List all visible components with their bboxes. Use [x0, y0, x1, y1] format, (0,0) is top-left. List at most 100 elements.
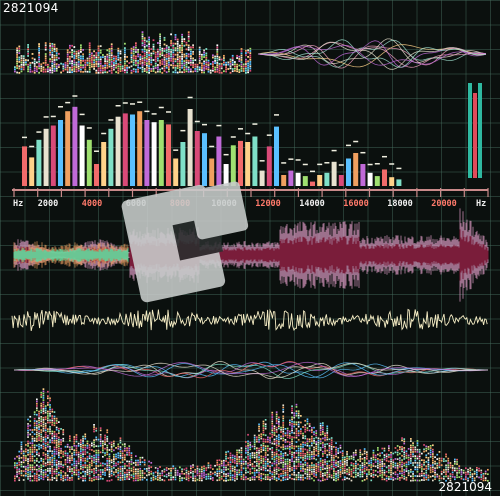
particle-dot	[227, 450, 230, 453]
particle-dot	[480, 469, 483, 472]
spectrum-bar	[295, 172, 301, 186]
particle-dot	[236, 458, 238, 461]
noise-dot	[150, 61, 153, 64]
particle-dot	[27, 478, 29, 480]
particle-dot	[86, 464, 89, 467]
particle-dot	[82, 468, 84, 471]
peak-marker	[151, 113, 157, 115]
particle-dot	[297, 421, 300, 424]
particle-dot	[104, 434, 106, 437]
noise-dot	[176, 67, 179, 70]
particle-dot	[302, 456, 304, 459]
particle-dot	[38, 421, 40, 424]
particle-dot	[308, 473, 311, 476]
noise-dot	[60, 62, 62, 65]
particle-dot	[40, 464, 43, 467]
particle-dot	[295, 450, 298, 452]
particle-dot	[53, 457, 56, 460]
particle-dot	[49, 441, 51, 444]
noise-dot	[102, 71, 104, 74]
particle-dot	[359, 471, 362, 474]
particle-dot	[106, 453, 109, 456]
peak-marker	[374, 163, 380, 165]
noise-dot	[75, 50, 78, 53]
particle-dot	[119, 441, 122, 444]
particle-dot	[84, 462, 87, 464]
particle-dot	[40, 468, 43, 471]
noise-dot	[137, 48, 139, 51]
noise-dot	[227, 68, 230, 70]
particle-dot	[295, 434, 298, 437]
particle-dot	[379, 461, 381, 464]
particle-dot	[401, 448, 403, 450]
noise-dot	[135, 51, 137, 53]
tangled-lines-bottom	[13, 360, 489, 380]
noise-dot	[22, 61, 25, 64]
noise-dot	[185, 57, 188, 60]
particle-dot	[130, 467, 133, 470]
particle-dot	[51, 441, 54, 444]
spectrum-bar	[310, 181, 315, 186]
particle-dot	[286, 458, 289, 461]
particle-dot	[313, 473, 315, 475]
particle-dot	[282, 479, 285, 481]
noise-dot	[77, 65, 80, 68]
particle-dot	[71, 452, 73, 455]
particle-dot	[108, 462, 111, 465]
particle-dot	[247, 440, 249, 443]
particle-dot	[487, 468, 489, 471]
noise-dot	[69, 60, 71, 63]
noise-dot	[216, 48, 219, 51]
particle-dot	[212, 477, 214, 479]
particle-dot	[374, 458, 377, 461]
particle-dot	[258, 430, 260, 432]
particle-dot	[385, 475, 388, 478]
particle-dot	[42, 436, 45, 439]
particle-dot	[282, 408, 285, 411]
particle-dot	[282, 419, 285, 422]
noise-dot	[115, 64, 117, 67]
noise-dot	[203, 64, 205, 67]
particle-dot	[337, 461, 340, 463]
particle-dot	[148, 465, 150, 467]
particle-dot	[262, 433, 265, 436]
particle-dot	[405, 476, 408, 479]
particle-dot	[229, 465, 232, 468]
particle-dot	[313, 433, 315, 436]
noise-dot	[183, 62, 186, 65]
particle-dot	[324, 452, 326, 455]
particle-dot	[293, 425, 296, 428]
particle-dot	[256, 475, 258, 478]
particle-dot	[53, 461, 56, 464]
particle-dot	[185, 471, 188, 474]
particle-dot	[60, 465, 62, 468]
particle-dot	[256, 451, 258, 454]
spectrum-bar	[209, 158, 215, 186]
particle-dot	[102, 477, 104, 480]
particle-dot	[53, 448, 56, 451]
particle-dot	[124, 471, 126, 474]
noise-dot	[106, 60, 109, 63]
particle-dot	[42, 458, 45, 461]
particle-dot	[390, 460, 392, 463]
particle-dot	[436, 473, 439, 476]
noise-dot	[168, 68, 170, 71]
noise-dot	[55, 56, 58, 59]
particle-dot	[225, 455, 227, 458]
particle-dot	[300, 432, 302, 435]
particle-dot	[269, 472, 271, 475]
particle-dot	[55, 420, 58, 422]
particle-dot	[416, 440, 419, 442]
particle-dot	[20, 470, 23, 472]
noise-dot	[152, 70, 155, 72]
noise-dot	[62, 67, 65, 70]
particle-dot	[264, 438, 267, 441]
particle-dot	[36, 444, 38, 447]
particle-dot	[75, 436, 78, 439]
particle-dot	[361, 466, 364, 469]
particle-dot	[284, 441, 287, 443]
noise-dot	[104, 64, 106, 67]
noise-dot	[80, 59, 82, 62]
noise-dot	[165, 58, 168, 60]
particle-dot	[262, 442, 265, 445]
